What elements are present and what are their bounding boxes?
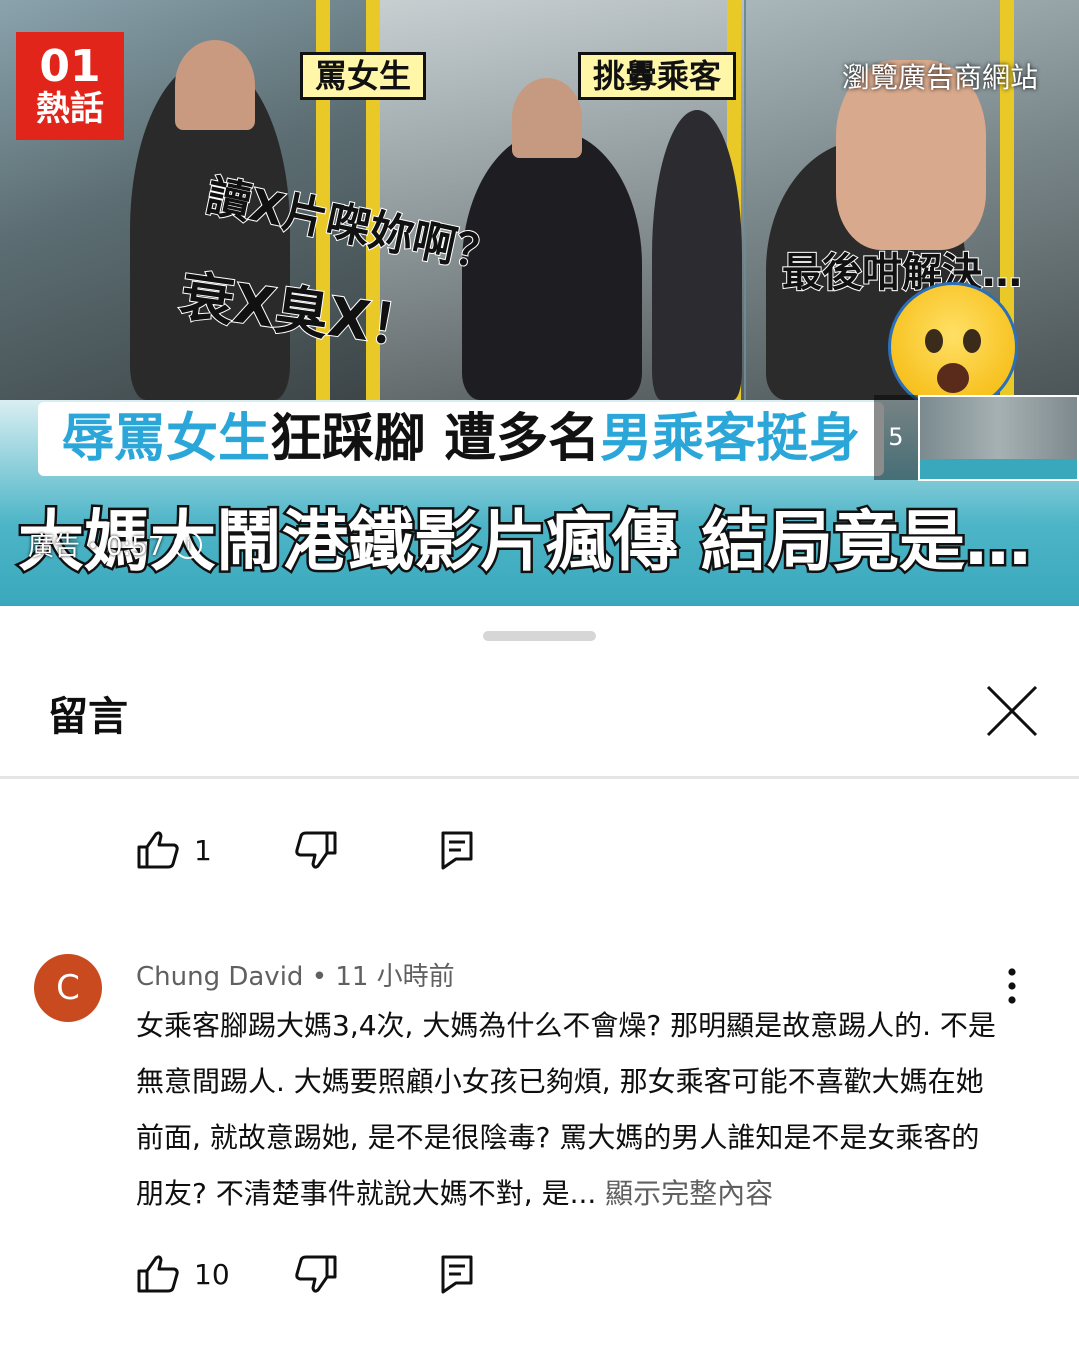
video-tag-left: 罵女生 [300,52,427,100]
headline-part1: 辱罵女生 [62,409,271,469]
dislike-button[interactable] [294,1252,338,1296]
sheet-title: 留言 [48,694,128,740]
ad-counter-text: 廣告・0:57 [28,532,165,562]
meta-separator: • [303,962,336,992]
avatar[interactable]: C [34,954,102,1022]
logo-number: 01 [39,41,101,92]
thumbs-down-icon [295,831,337,869]
thumbs-down-icon [295,1255,337,1293]
comment-item: C Chung David • 11 小時前 女乘客腳踢大媽3,4次, 大媽為什… [0,936,1079,1236]
ad-skip-countdown: 5 [874,395,918,480]
comment-meta: Chung David • 11 小時前 [136,956,455,993]
comments-sheet: 留言 1 C Chung David • 11 小時前 女乘客腳踢大媽3,4次,… [0,606,1079,1362]
ad-counter: 廣告・0:57 i [28,526,203,563]
comment-body: 女乘客腳踢大媽3,4次, 大媽為什么不會燥? 那明顯是故意踢人的. 不是無意間踢… [136,1009,996,1210]
headline-part2: 狂踩腳 遭多名 [270,409,601,469]
visit-advertiser-link[interactable]: 瀏覽廣告商網站 [842,56,1038,96]
info-icon[interactable]: i [174,530,203,559]
dislike-button[interactable] [294,828,338,872]
more-options-button[interactable] [996,966,1028,1006]
video-headline-top: 辱罵女生狂踩腳 遭多名男乘客挺身 [38,402,885,476]
reply-button[interactable] [440,1252,474,1296]
shocked-face-icon [888,282,1018,412]
reply-button[interactable] [440,828,474,872]
thumbs-up-icon [137,1255,179,1293]
thumbs-up-icon [137,831,179,869]
show-more-link[interactable]: 顯示完整內容 [605,1177,773,1210]
reply-icon [441,1255,473,1294]
video-tag-middle: 挑釁乘客 [578,52,737,100]
header-divider [0,776,1079,779]
ad-thumbnail-image[interactable] [917,395,1079,481]
comment-text: 女乘客腳踢大媽3,4次, 大媽為什么不會燥? 那明顯是故意踢人的. 不是無意間踢… [136,998,1006,1222]
brand-logo: 01 熱話 [16,32,124,140]
like-count: 1 [194,833,212,867]
logo-text: 熱話 [36,89,104,129]
drag-handle[interactable] [483,631,596,641]
close-button[interactable] [984,683,1040,739]
headline-part3: 男乘客挺身 [600,409,861,469]
like-button[interactable]: 10 [136,1252,230,1296]
video-caption-right: 最後咁解決… [781,249,1023,297]
ad-thumbnail[interactable]: 5 [874,395,1079,481]
reply-icon [441,831,473,870]
comment-time: 11 小時前 [335,962,455,992]
close-icon [986,685,1038,737]
comment-author[interactable]: Chung David [136,962,303,992]
like-button[interactable]: 1 [136,828,212,872]
like-count: 10 [194,1257,230,1291]
video-player[interactable]: 01 熱話 罵女生 挑釁乘客 瀏覽廣告商網站 讀X片㗎妳啊？ 衰X臭X！ 最後咁… [0,0,1079,606]
more-vert-icon [1008,968,1016,1004]
